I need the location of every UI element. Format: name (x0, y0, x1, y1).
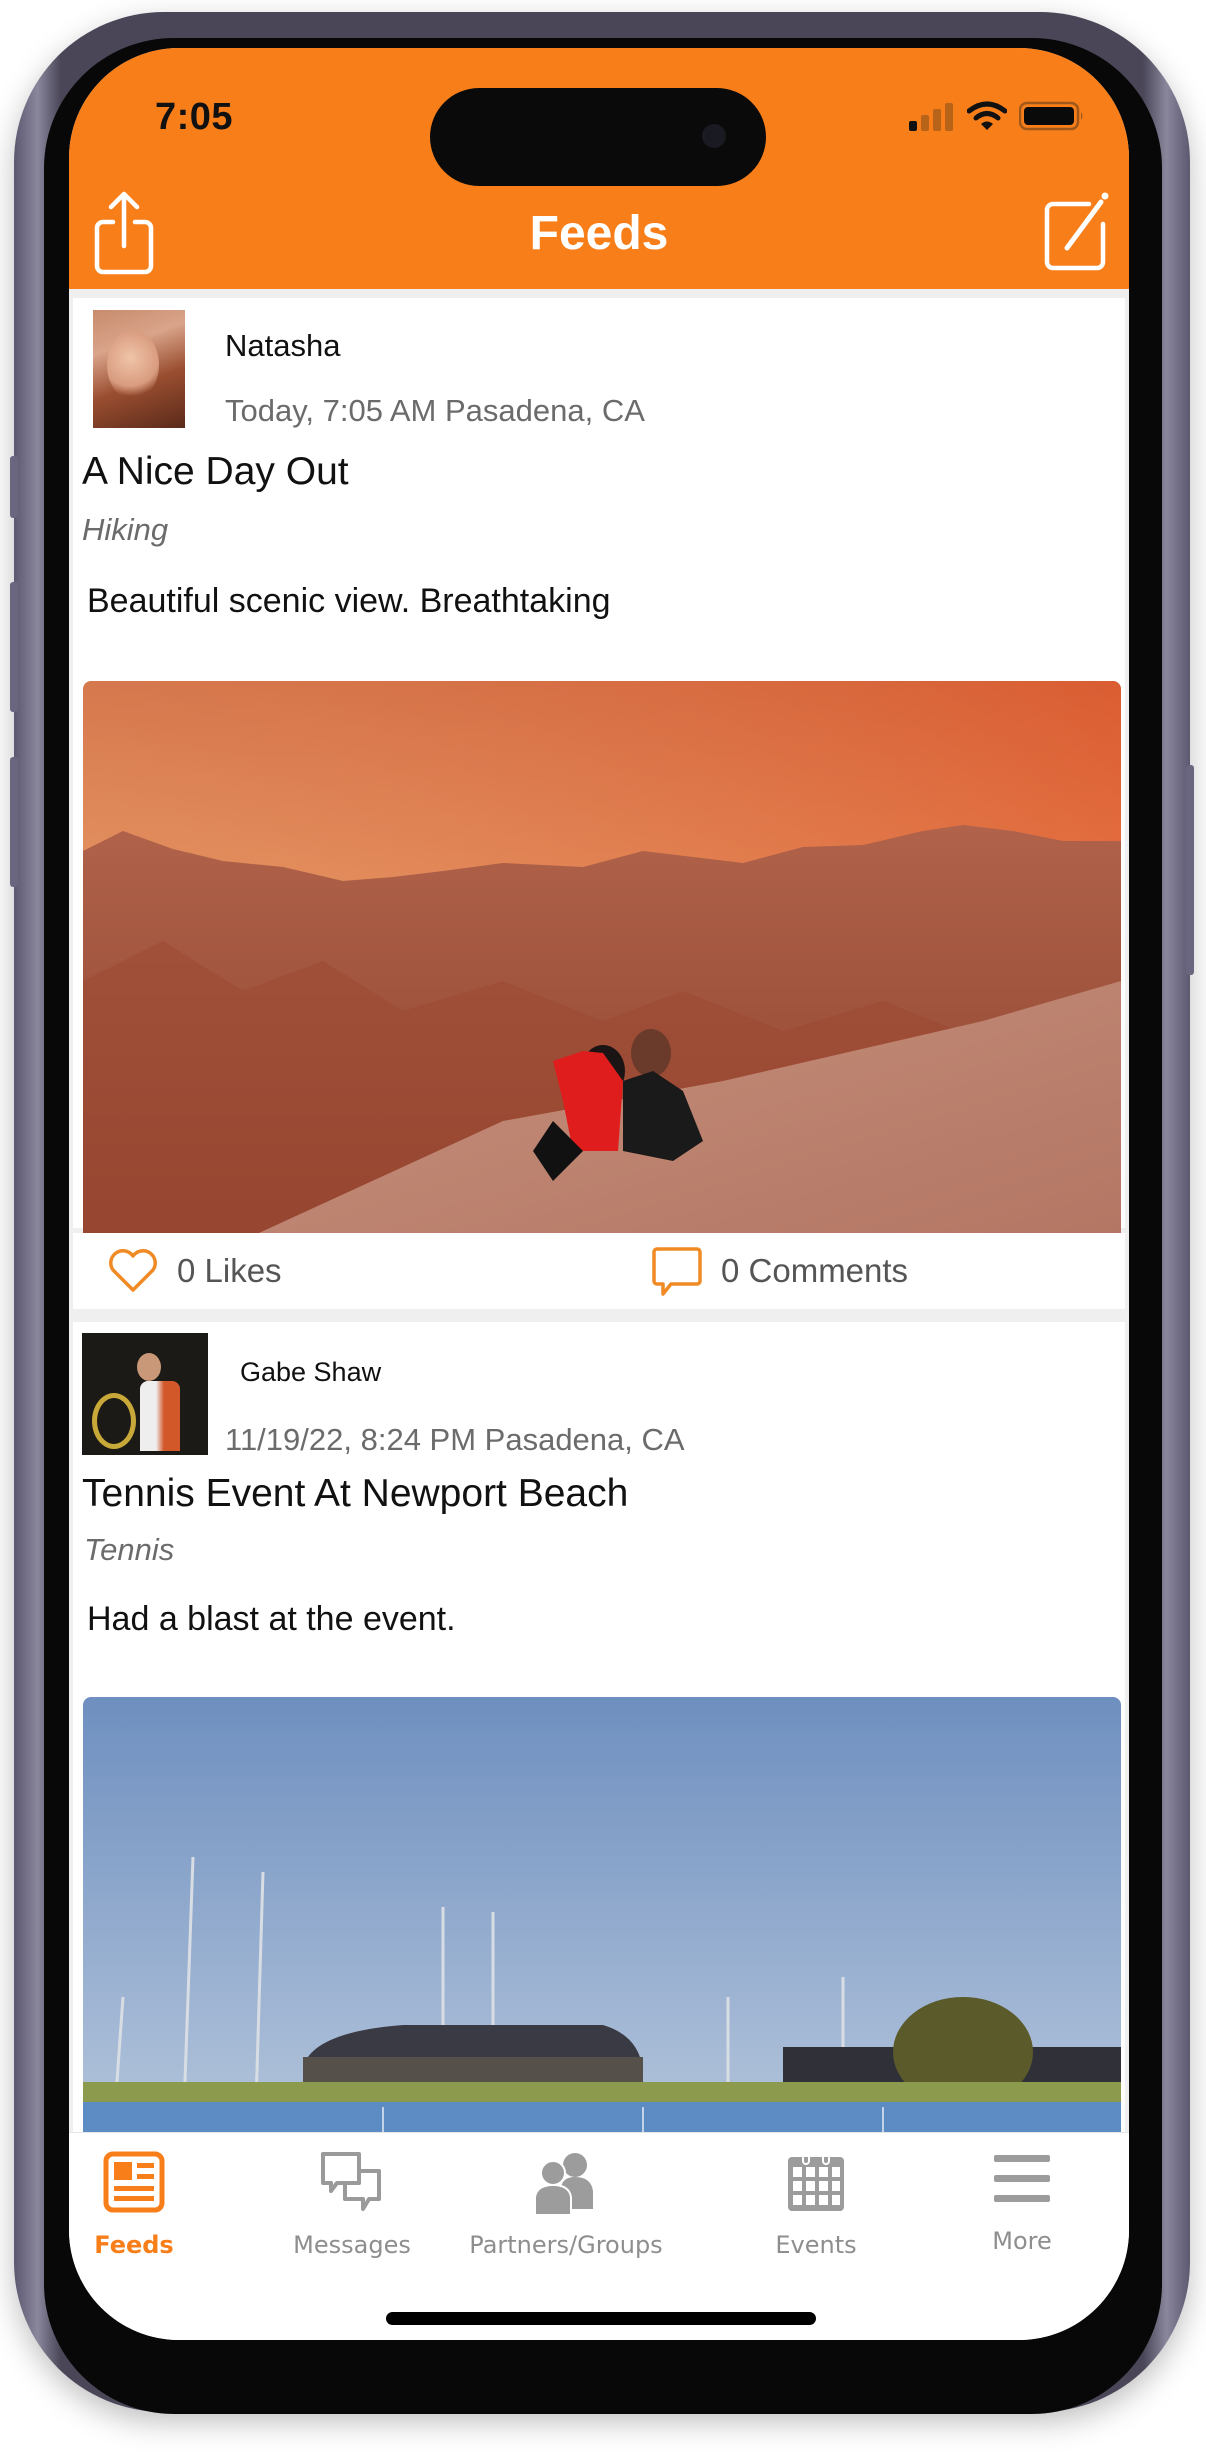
post-actions: 0 Likes 0 Comments (73, 1233, 1125, 1309)
tab-label: Partners/Groups (469, 2231, 663, 2259)
dynamic-island (430, 88, 766, 186)
page-title: Feeds (529, 207, 669, 260)
compose-button[interactable] (1039, 188, 1119, 278)
comment-button[interactable]: 0 Comments (651, 1233, 908, 1309)
comments-count: 0 Comments (721, 1252, 909, 1289)
tab-label: More (992, 2227, 1052, 2255)
desert-canyon-photo (83, 681, 1121, 1277)
tab-messages[interactable]: Messages (252, 2143, 452, 2259)
tab-partners-groups[interactable]: Partners/Groups (451, 2143, 681, 2259)
author-name[interactable]: Gabe Shaw (240, 1357, 381, 1388)
tab-events[interactable]: Events (716, 2143, 916, 2259)
post-meta: Today, 7:05 AM Pasadena, CA (225, 393, 645, 428)
side-button-volume-up (10, 582, 18, 712)
nav-header: 7:05 Feeds (69, 48, 1129, 289)
battery-icon (1019, 101, 1083, 131)
newspaper-icon (103, 2151, 165, 2213)
wifi-icon (967, 101, 1007, 130)
side-button-volume-down (10, 757, 18, 887)
post-title: A Nice Day Out (82, 450, 349, 493)
author-avatar[interactable] (82, 1333, 208, 1455)
side-button-power (1186, 765, 1194, 975)
tab-label: Events (775, 2231, 857, 2259)
compose-icon (1044, 192, 1109, 271)
status-time: 7:05 (155, 96, 234, 138)
post-title: Tennis Event At Newport Beach (82, 1472, 629, 1515)
likes-count: 0 Likes (177, 1252, 282, 1289)
comment-icon (652, 1247, 702, 1296)
tab-label: Messages (293, 2231, 411, 2259)
post-photo[interactable] (83, 1697, 1121, 2142)
tab-more[interactable]: More (922, 2143, 1122, 2255)
feed-post[interactable]: Natasha Today, 7:05 AM Pasadena, CA A Ni… (73, 298, 1125, 1277)
menu-icon (994, 2155, 1050, 2202)
calendar-icon (788, 2153, 844, 2211)
post-meta: 11/19/22, 8:24 PM Pasadena, CA (225, 1422, 685, 1457)
heart-icon (109, 1249, 157, 1292)
post-body: Had a blast at the event. (87, 1600, 456, 1638)
feed-post[interactable]: Gabe Shaw 11/19/22, 8:24 PM Pasadena, CA… (73, 1322, 1125, 2142)
tennis-courts-photo (83, 1697, 1121, 2142)
post-photo[interactable] (83, 681, 1121, 1277)
post-body: Beautiful scenic view. Breathtaking (87, 582, 611, 620)
post-category: Hiking (82, 512, 169, 547)
tab-bar: Feeds Messages Partners/Groups Events Mo… (69, 2132, 1129, 2340)
author-name[interactable]: Natasha (225, 328, 340, 364)
chat-bubbles-icon (321, 2152, 381, 2211)
home-indicator[interactable] (386, 2312, 816, 2325)
side-button-action (10, 456, 18, 518)
author-avatar[interactable] (93, 310, 185, 428)
tab-feeds[interactable]: Feeds (69, 2143, 234, 2259)
app-screen: 7:05 Feeds Natasha Today, 7:05 AM Pasade… (69, 48, 1129, 2340)
signal-icon (909, 103, 953, 131)
status-icons (907, 100, 1085, 132)
camera-icon (702, 124, 726, 148)
like-button[interactable]: 0 Likes (107, 1233, 282, 1309)
post-category: Tennis (84, 1532, 175, 1567)
tab-label: Feeds (94, 2231, 174, 2259)
people-icon (534, 2153, 593, 2216)
